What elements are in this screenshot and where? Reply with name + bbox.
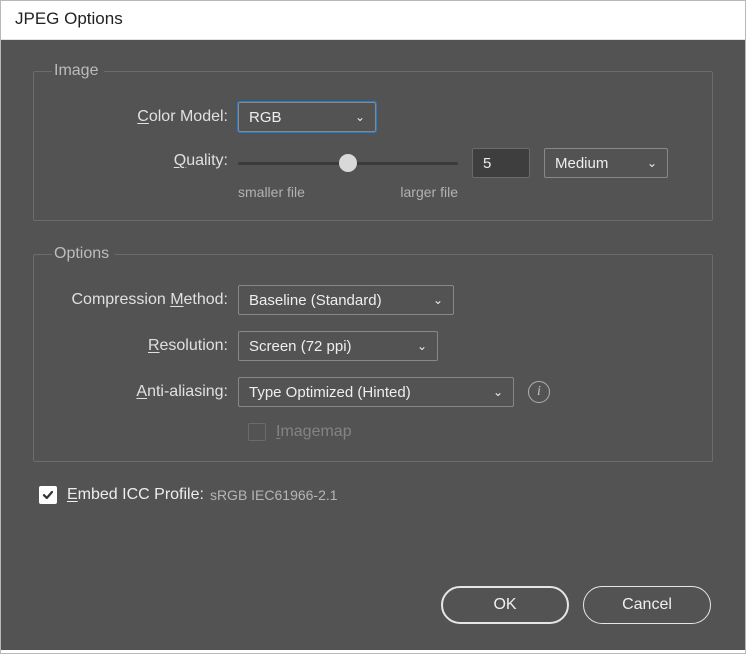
- select-anti-aliasing[interactable]: Type Optimized (Hinted) ⌄: [238, 377, 514, 407]
- info-icon[interactable]: i: [528, 381, 550, 403]
- group-image-legend: Image: [52, 62, 104, 80]
- row-embed-icc: Embed ICC Profile: sRGB IEC61966-2.1: [39, 486, 713, 504]
- row-resolution: Resolution: Screen (72 ppi) ⌄: [58, 331, 688, 361]
- ok-button[interactable]: OK: [441, 586, 569, 624]
- title-bar: JPEG Options: [1, 1, 745, 40]
- select-anti-aliasing-value: Type Optimized (Hinted): [249, 384, 411, 401]
- chevron-down-icon: ⌄: [647, 156, 657, 170]
- label-larger-file: larger file: [400, 184, 458, 200]
- input-quality-value[interactable]: [472, 148, 530, 178]
- group-options: Options Compression Method: Baseline (St…: [33, 245, 713, 462]
- label-imagemap: Imagemap: [276, 423, 352, 441]
- group-image: Image Color Model: RGB ⌄ Quality:: [33, 62, 713, 221]
- row-compression: Compression Method: Baseline (Standard) …: [58, 285, 688, 315]
- label-color-model: Color Model:: [58, 108, 238, 126]
- checkbox-embed-icc[interactable]: [39, 486, 57, 504]
- label-compression: Compression Method:: [58, 291, 238, 309]
- label-quality: Quality:: [58, 148, 238, 170]
- row-quality: Quality: Medium ⌄ smaller fil: [58, 148, 688, 200]
- slider-quality-thumb[interactable]: [339, 154, 357, 172]
- select-compression-value: Baseline (Standard): [249, 292, 382, 309]
- group-options-legend: Options: [52, 245, 115, 263]
- select-color-model-value: RGB: [249, 109, 282, 126]
- select-compression-method[interactable]: Baseline (Standard) ⌄: [238, 285, 454, 315]
- label-smaller-file: smaller file: [238, 184, 305, 200]
- chevron-down-icon: ⌄: [493, 385, 503, 399]
- select-color-model[interactable]: RGB ⌄: [238, 102, 376, 132]
- select-resolution-value: Screen (72 ppi): [249, 338, 352, 355]
- label-embed-icc: Embed ICC Profile:: [67, 486, 204, 504]
- dialog-content: Image Color Model: RGB ⌄ Quality:: [1, 40, 745, 650]
- icc-profile-name: sRGB IEC61966-2.1: [210, 487, 338, 503]
- window-title: JPEG Options: [15, 9, 123, 28]
- slider-quality[interactable]: [238, 162, 458, 165]
- row-color-model: Color Model: RGB ⌄: [58, 102, 688, 132]
- select-quality-preset[interactable]: Medium ⌄: [544, 148, 668, 178]
- select-quality-preset-value: Medium: [555, 155, 608, 172]
- select-resolution[interactable]: Screen (72 ppi) ⌄: [238, 331, 438, 361]
- label-resolution: Resolution:: [58, 337, 238, 355]
- chevron-down-icon: ⌄: [433, 293, 443, 307]
- chevron-down-icon: ⌄: [355, 110, 365, 124]
- row-anti-aliasing: Anti-aliasing: Type Optimized (Hinted) ⌄…: [58, 377, 688, 407]
- checkbox-imagemap: [248, 423, 266, 441]
- cancel-button[interactable]: Cancel: [583, 586, 711, 624]
- chevron-down-icon: ⌄: [417, 339, 427, 353]
- row-imagemap: Imagemap: [248, 423, 688, 441]
- button-bar: OK Cancel: [441, 586, 711, 624]
- label-anti-aliasing: Anti-aliasing:: [58, 383, 238, 401]
